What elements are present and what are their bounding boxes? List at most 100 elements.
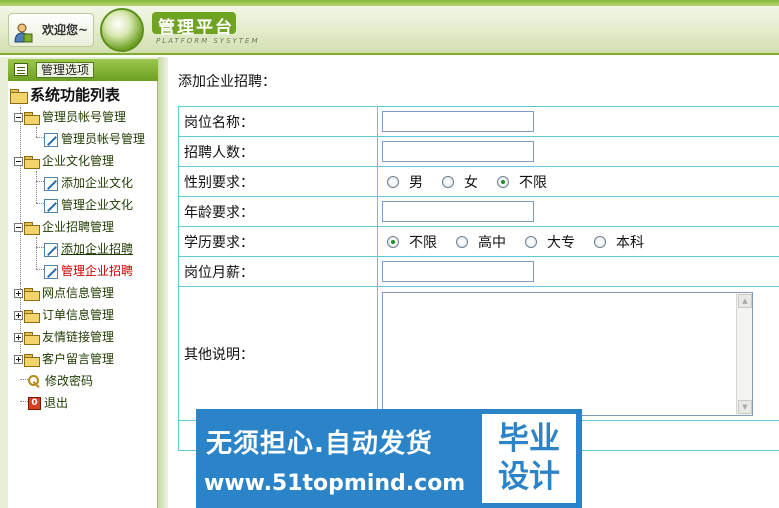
radio-label: 女 bbox=[464, 174, 478, 191]
age-label: 年龄要求： bbox=[178, 196, 378, 227]
sidebar: 管理选项 系统功能列表 管理员帐号管理 管理员帐号管理 企业文化管理 添加企业文… bbox=[0, 57, 168, 508]
sidebar-item-label: 管理员帐号管理 bbox=[61, 132, 146, 146]
collapse-icon[interactable] bbox=[14, 113, 23, 122]
headcount-label: 招聘人数： bbox=[178, 136, 378, 167]
sidebar-item-label: 添加企业招聘 bbox=[61, 242, 134, 256]
logo-title-box: 管理平台 bbox=[152, 12, 236, 38]
sidebar-item-label: 客户留言管理 bbox=[42, 352, 115, 366]
headcount-cell bbox=[377, 136, 779, 167]
tree-title: 系统功能列表 bbox=[10, 85, 120, 105]
education-radio-bachelor[interactable] bbox=[594, 235, 606, 248]
form-row: 学历要求： 不限 高中 大专 本科 bbox=[178, 226, 779, 257]
watermark-badge: 毕业设计 bbox=[482, 414, 576, 503]
sidebar-group-recruitment[interactable]: 企业招聘管理 bbox=[14, 217, 114, 237]
gender-cell: 男 女 不限 bbox=[377, 166, 779, 197]
top-header: 欢迎您~ 管理平台 PLATFORM SYSYTEM bbox=[0, 0, 779, 55]
sidebar-item-label: 添加企业文化 bbox=[61, 176, 134, 190]
gender-radio-any[interactable] bbox=[497, 175, 509, 188]
edit-doc-icon bbox=[44, 198, 58, 213]
education-radio-group: 不限 高中 大专 本科 bbox=[382, 232, 779, 252]
radio-label: 不限 bbox=[519, 174, 547, 191]
form-row: 其他说明： ▲ ▼ bbox=[178, 286, 779, 421]
folder-icon bbox=[24, 331, 40, 345]
salary-input[interactable] bbox=[382, 261, 534, 282]
folder-icon bbox=[24, 221, 40, 235]
age-input[interactable] bbox=[382, 201, 534, 222]
edit-doc-icon bbox=[44, 176, 58, 191]
position-label: 岗位名称： bbox=[178, 106, 378, 137]
scroll-down-icon[interactable]: ▼ bbox=[738, 399, 752, 414]
sidebar-panel: 管理选项 系统功能列表 管理员帐号管理 管理员帐号管理 企业文化管理 添加企业文… bbox=[8, 59, 158, 508]
sidebar-item-label: 网点信息管理 bbox=[42, 286, 115, 300]
form-row: 年龄要求： bbox=[178, 196, 779, 227]
exit-icon: 0 bbox=[28, 397, 41, 410]
expand-icon[interactable] bbox=[14, 355, 23, 364]
key-icon bbox=[28, 374, 42, 389]
watermark-slogan: 无须担心.自动发货 bbox=[206, 429, 433, 459]
manage-options-button[interactable]: 管理选项 bbox=[36, 62, 95, 78]
sidebar-item-label: 友情链接管理 bbox=[42, 330, 115, 344]
collapse-icon[interactable] bbox=[14, 223, 23, 232]
age-cell bbox=[377, 196, 779, 227]
sidebar-item-label: 修改密码 bbox=[45, 374, 94, 388]
headcount-input[interactable] bbox=[382, 141, 534, 162]
radio-label: 大专 bbox=[547, 234, 575, 251]
salary-cell bbox=[377, 256, 779, 287]
notes-cell: ▲ ▼ bbox=[377, 286, 779, 421]
sidebar-item-add-culture[interactable]: 添加企业文化 bbox=[44, 173, 133, 193]
sidebar-item-manage-recruitment[interactable]: 管理企业招聘 bbox=[44, 261, 133, 281]
gender-radio-female[interactable] bbox=[442, 175, 454, 188]
gender-label: 性别要求： bbox=[178, 166, 378, 197]
expand-icon[interactable] bbox=[14, 289, 23, 298]
folder-icon bbox=[24, 111, 40, 125]
gender-radio-group: 男 女 不限 bbox=[382, 172, 779, 192]
textarea-scrollbar[interactable]: ▲ ▼ bbox=[736, 292, 752, 415]
sidebar-item-label: 管理企业文化 bbox=[61, 198, 134, 212]
logo-subtitle: PLATFORM SYSYTEM bbox=[156, 37, 260, 45]
notes-textarea[interactable]: ▲ ▼ bbox=[382, 291, 753, 416]
collapse-icon[interactable] bbox=[14, 157, 23, 166]
sidebar-item-label: 管理员帐号管理 bbox=[42, 110, 127, 124]
form-row: 招聘人数： bbox=[178, 136, 779, 167]
education-radio-any[interactable] bbox=[387, 235, 399, 248]
sidebar-group-messages[interactable]: 客户留言管理 bbox=[14, 349, 114, 369]
gender-radio-male[interactable] bbox=[387, 175, 399, 188]
sidebar-item-label: 企业招聘管理 bbox=[42, 220, 115, 234]
sidebar-group-links[interactable]: 友情链接管理 bbox=[14, 327, 114, 347]
scroll-up-icon[interactable]: ▲ bbox=[738, 293, 752, 308]
education-radio-highschool[interactable] bbox=[456, 235, 468, 248]
sidebar-item-label: 管理企业招聘 bbox=[61, 264, 134, 278]
education-radio-college[interactable] bbox=[525, 235, 537, 248]
folder-icon bbox=[24, 353, 40, 367]
expand-icon[interactable] bbox=[14, 311, 23, 320]
sidebar-item-admin-accounts[interactable]: 管理员帐号管理 bbox=[44, 129, 145, 149]
sidebar-group-admin-accounts[interactable]: 管理员帐号管理 bbox=[14, 107, 126, 127]
edit-doc-icon bbox=[44, 132, 58, 147]
folder-icon bbox=[24, 309, 40, 323]
education-cell: 不限 高中 大专 本科 bbox=[377, 226, 779, 257]
position-cell bbox=[377, 106, 779, 137]
radio-label: 本科 bbox=[616, 234, 644, 251]
recruitment-form: 岗位名称： 招聘人数： 性别要求： 男 女 不限 年龄要求： 学历要求： 不限 … bbox=[178, 106, 779, 451]
form-row: 岗位名称： bbox=[178, 106, 779, 137]
expand-icon[interactable] bbox=[14, 333, 23, 342]
sidebar-item-manage-culture[interactable]: 管理企业文化 bbox=[44, 195, 133, 215]
welcome-text: 欢迎您~ bbox=[42, 23, 89, 37]
sidebar-item-logout[interactable]: 0 退出 bbox=[28, 393, 68, 413]
sidebar-header: 管理选项 bbox=[8, 59, 158, 81]
folder-open-icon bbox=[10, 88, 28, 104]
sidebar-splitter[interactable] bbox=[158, 57, 168, 508]
notes-label: 其他说明： bbox=[178, 286, 378, 421]
sidebar-item-add-recruitment[interactable]: 添加企业招聘 bbox=[44, 239, 133, 259]
sidebar-group-outlets[interactable]: 网点信息管理 bbox=[14, 283, 114, 303]
sidebar-item-label: 订单信息管理 bbox=[42, 308, 115, 322]
watermark-banner: 无须担心.自动发货 www.51topmind.com 毕业设计 bbox=[196, 409, 582, 508]
sidebar-group-culture[interactable]: 企业文化管理 bbox=[14, 151, 114, 171]
sidebar-item-change-password[interactable]: 修改密码 bbox=[28, 371, 93, 391]
position-input[interactable] bbox=[382, 111, 534, 132]
watermark-badge-text: 毕业设计 bbox=[498, 421, 560, 495]
sidebar-group-orders[interactable]: 订单信息管理 bbox=[14, 305, 114, 325]
watermark-url: www.51topmind.com bbox=[204, 471, 466, 496]
edit-doc-icon bbox=[44, 264, 58, 279]
form-row: 性别要求： 男 女 不限 bbox=[178, 166, 779, 197]
